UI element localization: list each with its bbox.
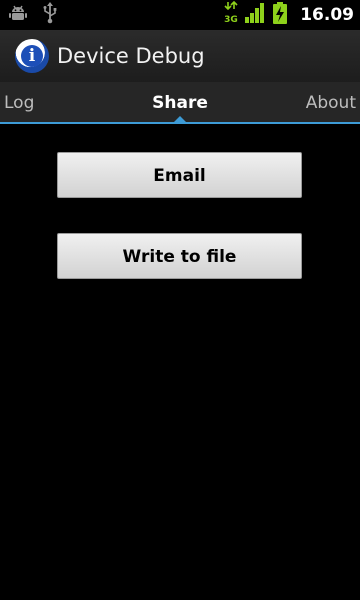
signal-strength-icon xyxy=(244,2,266,28)
email-button[interactable]: Email xyxy=(57,152,302,198)
status-time: 16.09 xyxy=(300,5,354,25)
network-3g-icon: 3G xyxy=(224,0,238,29)
android-debug-icon xyxy=(8,3,28,27)
device-screen: 3G 16.09 i Device Debug Share Log About … xyxy=(0,0,360,600)
tab-about[interactable]: About xyxy=(306,82,356,122)
status-bar: 3G 16.09 xyxy=(0,0,360,30)
tab-bar: Share Log About xyxy=(0,82,360,124)
write-to-file-button[interactable]: Write to file xyxy=(57,233,302,279)
info-icon[interactable]: i xyxy=(15,39,49,73)
usb-icon xyxy=(42,2,58,28)
app-title: Device Debug xyxy=(57,44,205,68)
info-icon-glyph: i xyxy=(21,45,43,67)
network-type-label: 3G xyxy=(224,15,238,25)
app-title-bar: i Device Debug xyxy=(0,30,360,82)
tab-log[interactable]: Log xyxy=(4,82,34,122)
selected-tab-indicator xyxy=(174,116,186,122)
battery-charging-icon xyxy=(272,1,288,29)
